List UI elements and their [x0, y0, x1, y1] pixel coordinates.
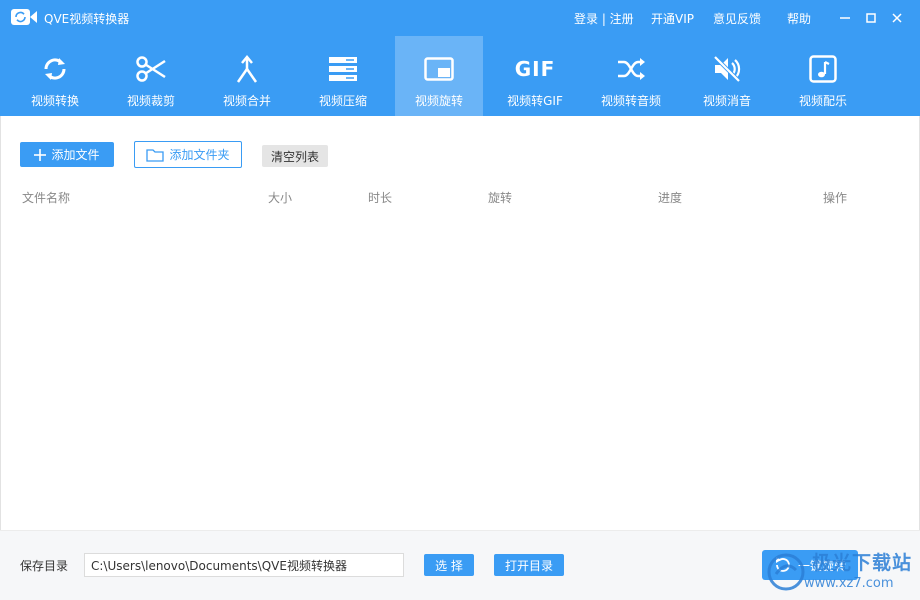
tool-label: 视频转音频 — [600, 94, 661, 108]
close-button[interactable] — [885, 6, 909, 30]
tool-label: 视频合并 — [222, 94, 271, 108]
minimize-button[interactable] — [833, 6, 857, 30]
folder-icon — [146, 148, 165, 162]
add-file-button[interactable]: 添加文件 — [20, 142, 114, 167]
clear-list-button[interactable]: 清空列表 — [262, 145, 328, 167]
merge-icon — [236, 55, 258, 83]
tool-video-music[interactable]: 视频配乐 — [779, 36, 867, 116]
add-folder-button[interactable]: 添加文件夹 — [134, 141, 242, 168]
mute-icon — [713, 55, 741, 83]
app-title: QVE视频转换器 — [44, 12, 130, 26]
tool-video-compress[interactable]: 视频压缩 — [299, 36, 387, 116]
tool-label: 视频裁剪 — [126, 94, 175, 108]
app-logo-icon — [11, 9, 37, 25]
refresh-icon — [44, 58, 66, 80]
column-header-size: 大小 — [268, 191, 293, 205]
close-icon — [892, 13, 902, 23]
open-directory-button[interactable]: 打开目录 — [494, 554, 564, 576]
tool-label: 视频转GIF — [507, 94, 563, 108]
column-header-duration: 时长 — [368, 191, 393, 205]
save-path-input[interactable] — [84, 553, 404, 577]
tool-label: 视频消音 — [702, 94, 751, 108]
maximize-button[interactable] — [859, 6, 883, 30]
tool-video-convert[interactable]: 视频转换 — [11, 36, 99, 116]
select-directory-button[interactable]: 选 择 — [424, 554, 474, 576]
tool-video-rotate[interactable]: 视频旋转 — [395, 36, 483, 116]
login-register-link[interactable]: 登录 | 注册 — [574, 10, 634, 27]
column-header-rotate: 旋转 — [488, 191, 513, 205]
column-header-progress: 进度 — [658, 191, 683, 205]
add-file-label: 添加文件 — [51, 148, 100, 162]
gif-icon: GIF — [514, 57, 556, 81]
save-directory-label: 保存目录 — [20, 559, 69, 573]
compress-icon — [329, 57, 357, 81]
maximize-icon — [866, 13, 876, 23]
tool-video-crop[interactable]: 视频裁剪 — [107, 36, 195, 116]
rotate-screen-icon — [424, 57, 454, 81]
tool-label: 视频转换 — [30, 94, 79, 108]
shuffle-icon — [618, 58, 645, 80]
plus-icon — [34, 148, 47, 161]
help-link[interactable]: 帮助 — [787, 10, 811, 27]
minimize-icon — [840, 17, 850, 19]
column-header-action: 操作 — [823, 191, 848, 205]
add-folder-label: 添加文件夹 — [169, 148, 230, 162]
tool-video-mute[interactable]: 视频消音 — [683, 36, 771, 116]
watermark-logo-icon — [767, 553, 805, 591]
tool-video-merge[interactable]: 视频合并 — [203, 36, 291, 116]
vip-link[interactable]: 开通VIP — [651, 10, 694, 27]
tool-label: 视频旋转 — [414, 94, 463, 108]
title-bar: QVE视频转换器 登录 | 注册 开通VIP 意见反馈 帮助 — [0, 0, 920, 36]
tool-label: 视频压缩 — [318, 94, 367, 108]
tool-video-to-audio[interactable]: 视频转音频 — [587, 36, 675, 116]
scissors-icon — [136, 56, 166, 82]
watermark: 极光下载站 www.xz7.com — [766, 548, 916, 596]
column-header-filename: 文件名称 — [22, 191, 71, 205]
watermark-text: 极光下载站 — [812, 552, 913, 574]
feature-toolbar: 视频转换 视频裁剪 视频合并 视频压缩 视频旋转 GIF 视频转GIF 视频转音… — [0, 36, 920, 116]
music-icon — [809, 55, 837, 83]
watermark-url: www.xz7.com — [804, 576, 894, 591]
tool-label: 视频配乐 — [798, 94, 847, 108]
file-list-area — [0, 116, 920, 530]
tool-video-to-gif[interactable]: GIF 视频转GIF — [491, 36, 579, 116]
feedback-link[interactable]: 意见反馈 — [713, 10, 761, 27]
